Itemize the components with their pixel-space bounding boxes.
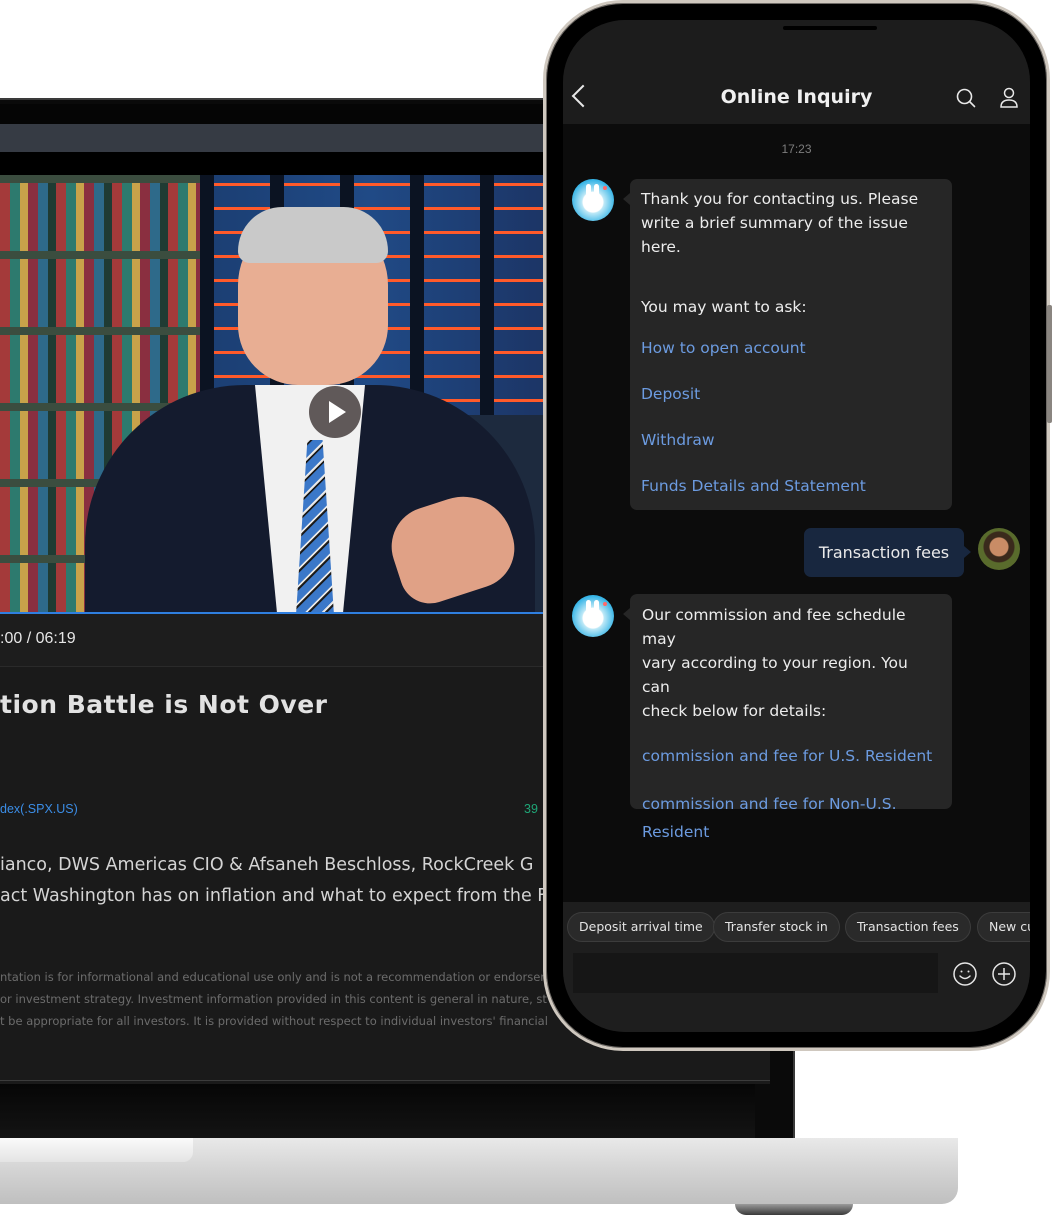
laptop-notch [0,1138,193,1162]
video-presenter-hair [238,207,388,263]
user-icon[interactable] [999,87,1019,109]
video-time: :00 / 06:19 [0,630,76,647]
divider [0,1080,770,1081]
message-line: check below for details: [642,702,827,720]
ticker-link[interactable]: dex(.SPX.US) [0,802,78,816]
disclaimer: ntation is for informational and educati… [0,966,552,1032]
disclaimer-line: t be appropriate for all investors. It i… [0,1014,548,1028]
video-player[interactable] [0,175,543,613]
fee-link-non-us[interactable]: commission and fee for Non-U.S. Resident [642,790,940,846]
video-description: ianco, DWS Americas CIO & Afsaneh Beschl… [0,850,547,912]
app-header: Online Inquiry [563,20,1030,124]
dynamic-island [783,26,877,30]
laptop-foot [735,1204,853,1215]
plus-icon[interactable] [992,962,1016,986]
search-icon[interactable] [956,88,976,108]
suggestion-prompt: You may want to ask: [641,298,807,316]
video-title: tion Battle is Not Over [0,690,328,719]
quick-reply-chip[interactable]: Transaction fees [845,912,971,942]
message-line: vary according to your region. You can [642,654,908,696]
message-line: Our commission and fee schedule may [642,606,906,648]
message-input[interactable] [573,953,938,993]
bot-message: Our commission and fee schedule may vary… [623,594,952,841]
user-avatar [978,528,1020,570]
emoji-icon[interactable] [953,962,977,986]
quick-reply-chip[interactable]: Transfer stock in [713,912,840,942]
chat-timestamp: 17:23 [781,142,812,156]
quick-reply-chip[interactable]: Deposit arrival time [567,912,715,942]
ticker-value: 39 [524,802,538,816]
message-line: here. [641,238,681,256]
user-message: Transaction fees [804,528,971,577]
message-line: Thank you for contacting us. Please [641,190,919,208]
bot-message: Thank you for contacting us. Please writ… [623,179,952,510]
quick-reply-chip[interactable]: New cu [977,912,1030,942]
bot-avatar [572,179,614,221]
description-line: ianco, DWS Americas CIO & Afsaneh Beschl… [0,855,534,875]
divider [0,666,543,667]
video-controls [0,614,543,666]
phone-screen: Online Inquiry 17:23 Thank you for conta… [563,20,1030,1032]
fee-link-us[interactable]: commission and fee for U.S. Resident [642,744,940,768]
disclaimer-line: ntation is for informational and educati… [0,970,552,984]
laptop-chin [0,1084,755,1140]
disclaimer-line: or investment strategy. Investment infor… [0,992,547,1006]
suggestion-link[interactable]: How to open account [641,336,941,360]
suggestion-link[interactable]: Funds Details and Statement [641,474,941,498]
suggestion-link[interactable]: Deposit [641,382,941,406]
suggestion-link[interactable]: Withdraw [641,428,941,452]
description-line: act Washington has on inflation and what… [0,886,548,906]
message-line: write a brief summary of the issue [641,214,908,232]
play-icon[interactable] [309,386,361,438]
phone-side-button [1047,305,1052,423]
bot-avatar [572,595,614,637]
